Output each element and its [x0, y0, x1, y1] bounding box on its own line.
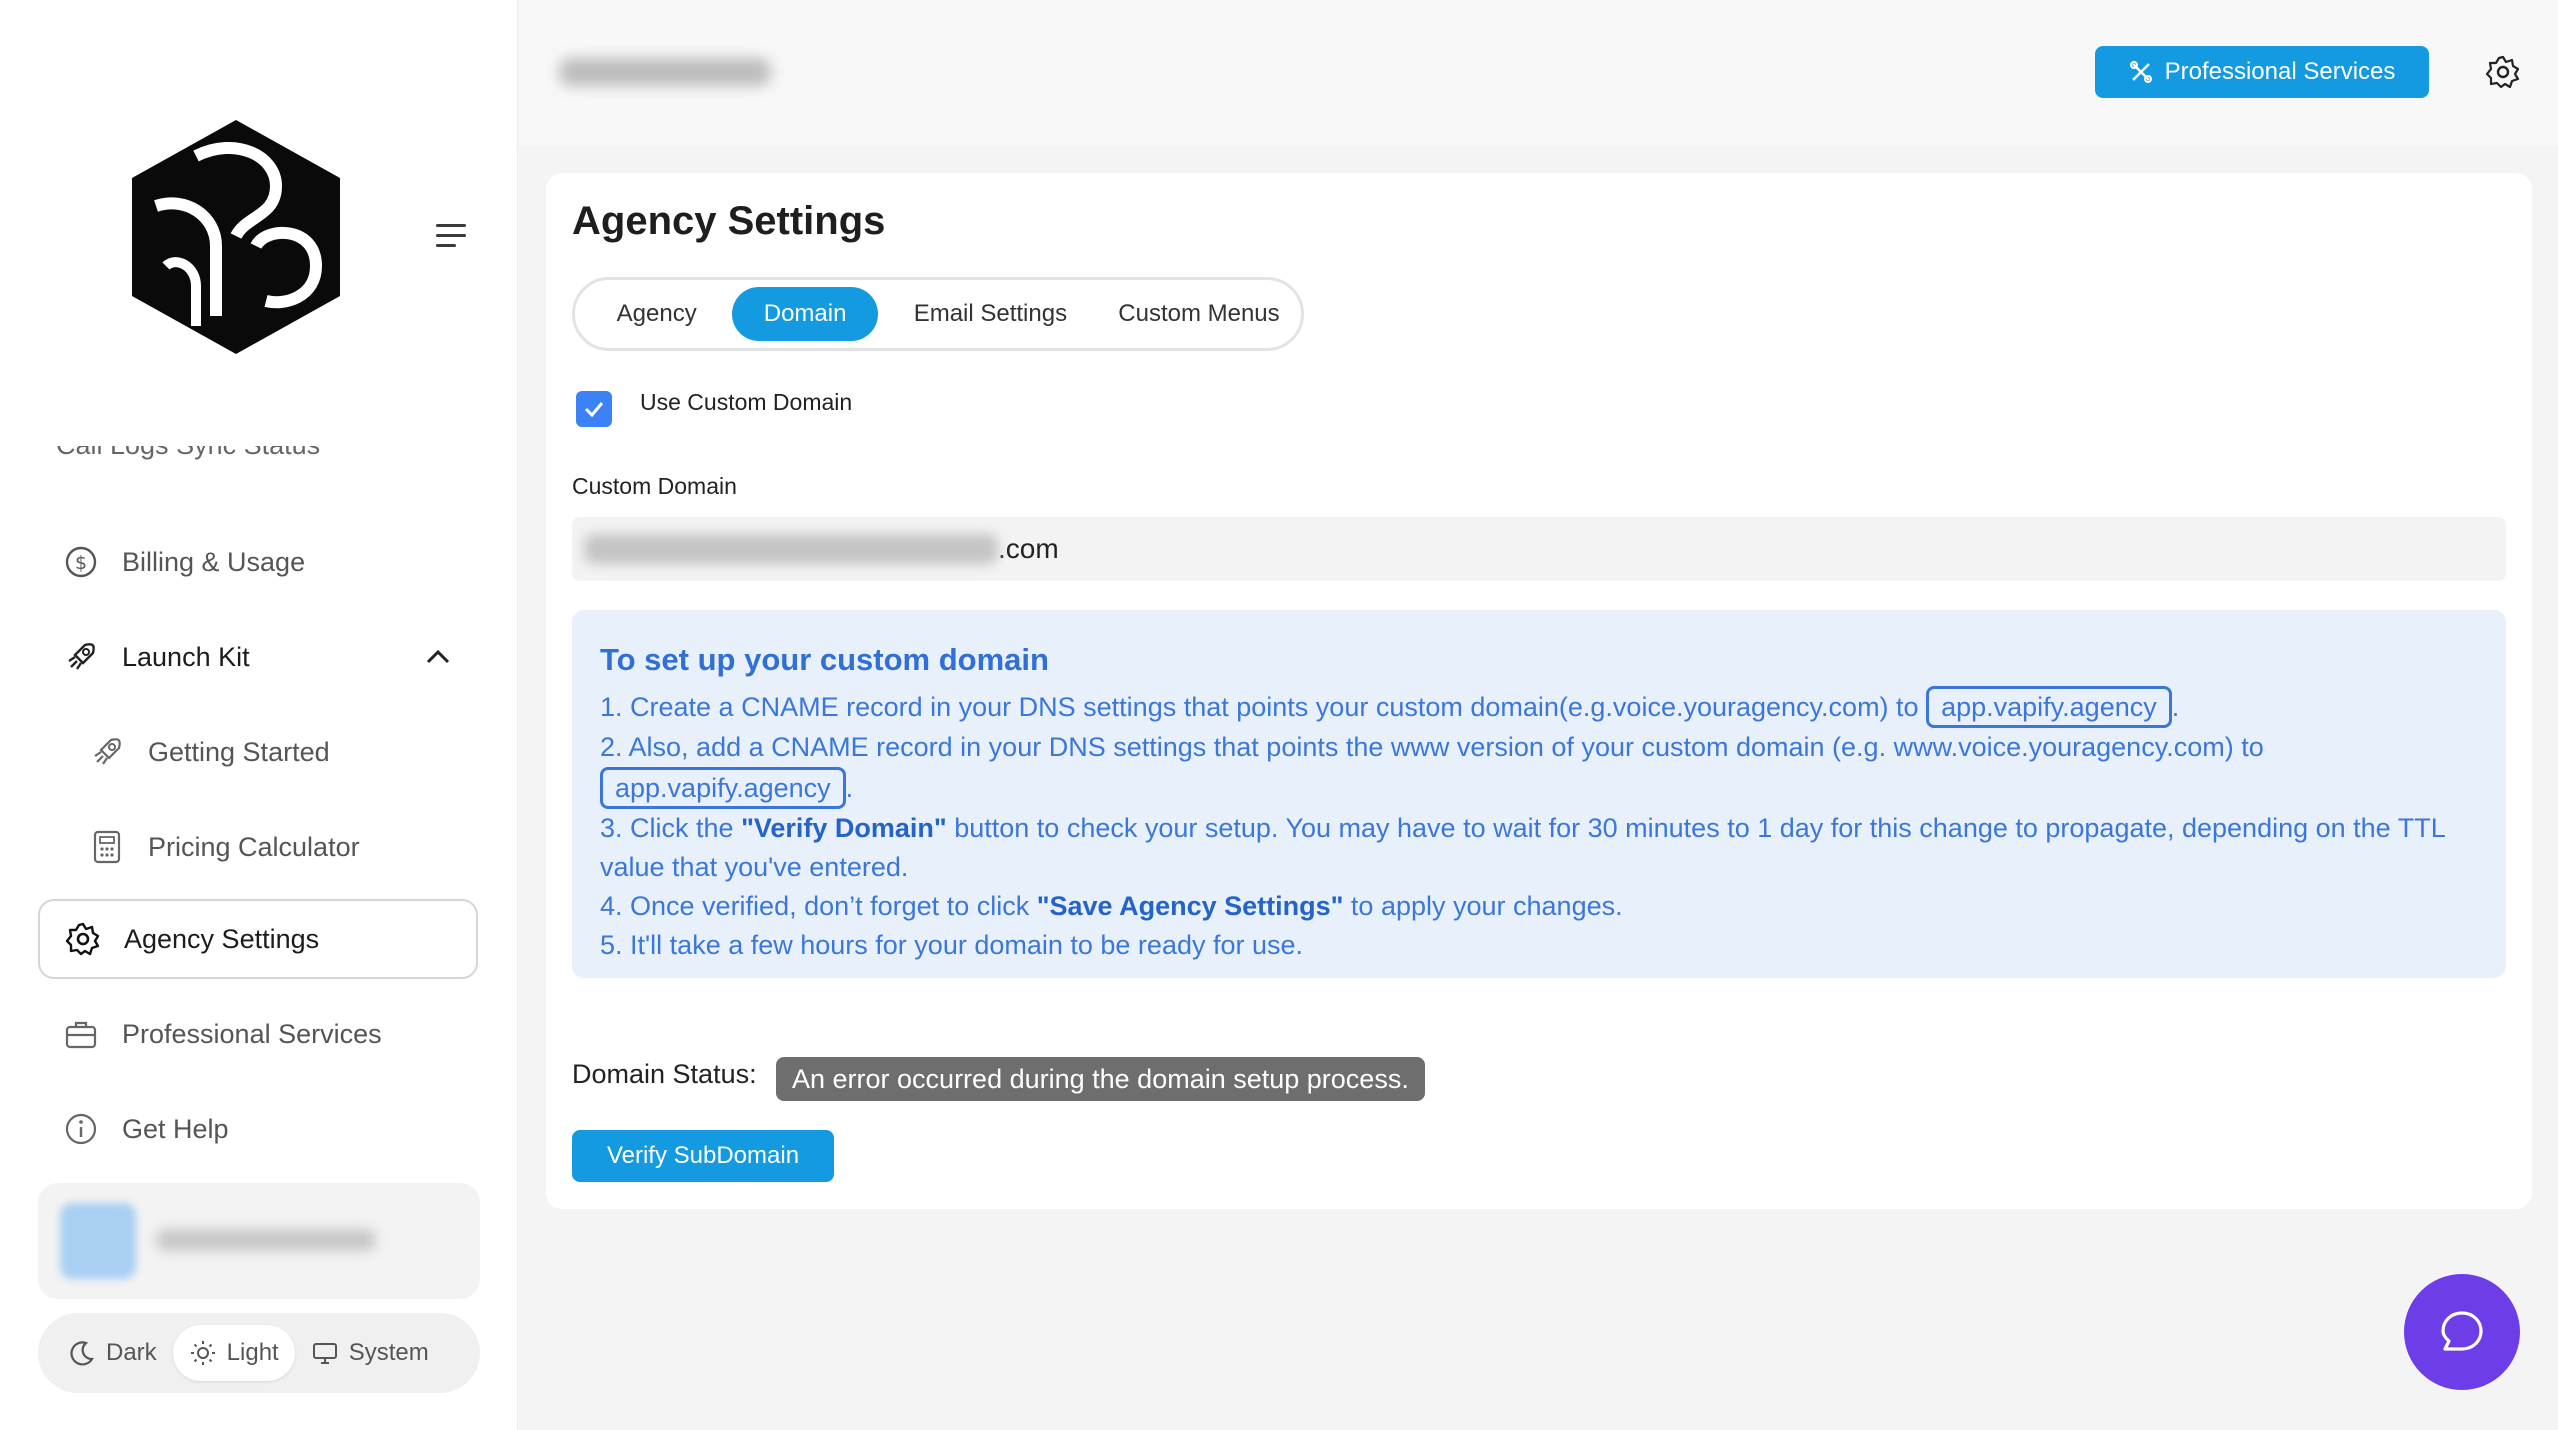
step-text: to apply your changes. — [1343, 891, 1623, 921]
sidebar-item-call-logs-partial[interactable]: Call Logs Sync Status — [56, 446, 320, 482]
top-header: Professional Services — [519, 0, 2558, 146]
settings-tabs: Agency Domain Email Settings Custom Menu… — [572, 277, 1304, 351]
tab-agency[interactable]: Agency — [581, 287, 732, 341]
theme-option-dark[interactable]: Dark — [52, 1325, 173, 1381]
domain-suffix: .com — [998, 533, 1059, 564]
theme-switcher: Dark Light System — [38, 1313, 480, 1393]
sun-icon — [190, 1341, 215, 1365]
sidebar-item-label: Get Help — [122, 1113, 229, 1144]
step-emphasis: "Save Agency Settings" — [1036, 891, 1344, 921]
brand-logo — [132, 120, 340, 354]
sidebar-item-label: Getting Started — [148, 736, 330, 767]
avatar — [60, 1203, 136, 1279]
instruction-step-5: 5. It'll take a few hours for your domai… — [600, 930, 1304, 960]
sidebar: Call Logs Sync Status $ Billing & Usage … — [0, 0, 518, 1430]
theme-label: Dark — [106, 1339, 157, 1366]
calculator-icon — [88, 828, 126, 866]
rocket-icon — [88, 733, 126, 771]
domain-status-label: Domain Status: — [572, 1059, 757, 1089]
menu-toggle-icon[interactable] — [436, 222, 472, 250]
sidebar-item-label: Pricing Calculator — [148, 831, 360, 862]
sidebar-item-label: Billing & Usage — [122, 546, 306, 577]
theme-label: System — [348, 1339, 429, 1366]
tab-domain[interactable]: Domain — [732, 287, 878, 341]
sidebar-item-agency-settings[interactable]: Agency Settings — [38, 899, 478, 979]
step-text: 4. Once verified, don’t forget to click — [600, 891, 1037, 921]
step-emphasis: "Verify Domain" — [741, 813, 947, 843]
theme-option-system[interactable]: System — [295, 1325, 445, 1381]
use-custom-domain-checkbox[interactable] — [576, 391, 612, 427]
instruction-step-2: 2. Also, add a CNAME record in your DNS … — [600, 728, 2478, 809]
checkmark-icon — [584, 402, 604, 418]
professional-services-button[interactable]: Professional Services — [2095, 46, 2429, 98]
theme-label: Light — [226, 1339, 279, 1366]
theme-option-light[interactable]: Light — [172, 1325, 295, 1381]
step-text: . — [845, 773, 854, 803]
page-title: Agency Settings — [572, 199, 886, 243]
chat-bubble-icon — [2441, 1311, 2483, 1351]
sidebar-item-billing-usage[interactable]: $ Billing & Usage — [38, 522, 478, 602]
step-text: 2. Also, add a CNAME record in your DNS … — [600, 732, 2264, 762]
instruction-step-3: 3. Click the "Verify Domain" button to c… — [600, 809, 2478, 887]
monitor-icon — [312, 1343, 337, 1364]
svg-text:$: $ — [75, 552, 87, 574]
sidebar-item-label: Agency Settings — [124, 923, 320, 954]
instructions-title: To set up your custom domain — [600, 642, 1049, 677]
domain-redacted — [584, 534, 998, 564]
tab-custom-menus[interactable]: Custom Menus — [1103, 287, 1295, 341]
step-text: 3. Click the — [600, 813, 742, 843]
sidebar-item-label: Professional Services — [122, 1018, 382, 1049]
tab-email-settings[interactable]: Email Settings — [878, 287, 1103, 341]
sidebar-item-professional-services[interactable]: Professional Services — [38, 994, 478, 1074]
user-name-redacted — [156, 1229, 376, 1251]
dollar-circle-icon: $ — [62, 543, 100, 581]
sidebar-item-getting-started[interactable]: Getting Started — [38, 712, 478, 792]
verify-subdomain-button[interactable]: Verify SubDomain — [572, 1130, 834, 1182]
user-profile-card[interactable] — [38, 1183, 480, 1299]
sidebar-item-get-help[interactable]: Get Help — [38, 1089, 478, 1169]
sidebar-item-launch-kit[interactable]: Launch Kit — [38, 617, 478, 697]
sidebar-item-label: Launch Kit — [122, 641, 250, 672]
cname-target-chip: app.vapify.agency — [1926, 686, 2172, 728]
step-text: 1. Create a CNAME record in your DNS set… — [600, 692, 1927, 722]
briefcase-icon — [62, 1015, 100, 1053]
button-label: Professional Services — [2164, 58, 2396, 85]
custom-domain-input[interactable]: .com — [572, 517, 2506, 581]
page-title-redacted — [559, 58, 771, 86]
use-custom-domain-label: Use Custom Domain — [640, 389, 853, 415]
gear-icon — [64, 920, 102, 958]
sidebar-item-pricing-calculator[interactable]: Pricing Calculator — [38, 807, 478, 887]
step-text: . — [2171, 692, 2180, 722]
tools-icon — [2129, 61, 2152, 83]
instruction-step-1: 1. Create a CNAME record in your DNS set… — [600, 686, 2478, 728]
moon-icon — [70, 1341, 94, 1366]
status-badge: An error occurred during the domain setu… — [776, 1057, 1425, 1101]
instruction-step-4: 4. Once verified, don’t forget to click … — [600, 887, 2478, 926]
agency-settings-card: Agency Settings Agency Domain Email Sett… — [546, 173, 2532, 1209]
cname-target-chip: app.vapify.agency — [600, 767, 846, 809]
info-circle-icon — [62, 1110, 100, 1148]
chat-support-button[interactable] — [2404, 1274, 2520, 1390]
chevron-up-icon[interactable] — [422, 641, 454, 680]
custom-domain-label: Custom Domain — [572, 473, 737, 499]
settings-gear-icon[interactable] — [2485, 54, 2521, 90]
setup-instructions-box: To set up your custom domain 1. Create a… — [572, 610, 2506, 978]
rocket-icon — [62, 638, 100, 676]
